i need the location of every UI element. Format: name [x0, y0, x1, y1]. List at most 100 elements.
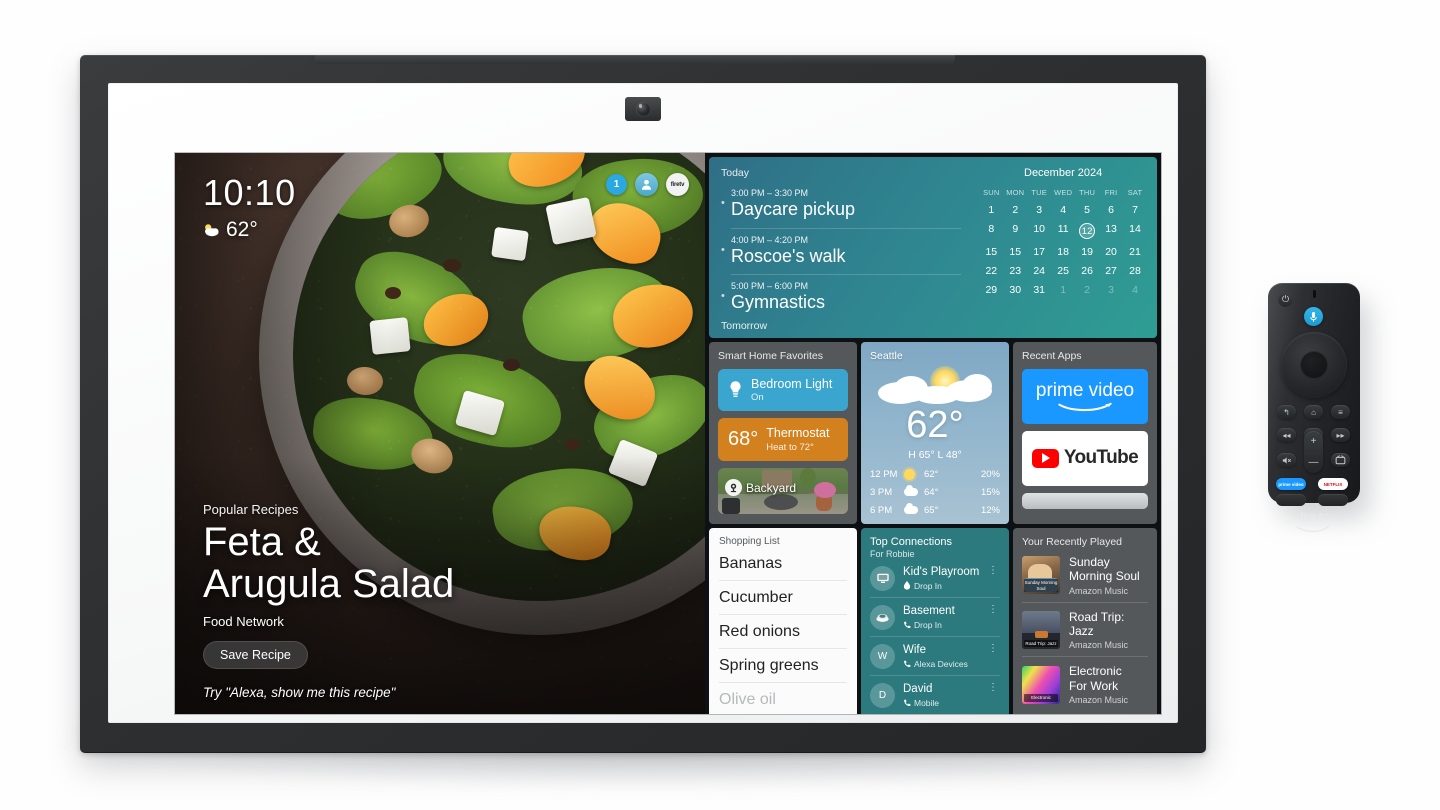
shopping-list-item[interactable]: Olive oil	[719, 683, 847, 714]
app-shortcut-button-3[interactable]	[1276, 494, 1306, 506]
live-tv-icon[interactable]	[1331, 453, 1350, 467]
power-icon[interactable]: ⏻	[1278, 292, 1293, 307]
calendar-day[interactable]: 25	[1051, 265, 1075, 277]
calendar-card[interactable]: Today 3:00 PM – 3:30 PM Daycare pickup 4…	[709, 157, 1157, 338]
recently-played-row[interactable]: Sunday Morning Soul Sunday Morning Soul …	[1022, 548, 1148, 603]
month-calendar[interactable]: December 2024 SUN MON TUE WED THU FRI SAT 1 2 3 4 5…	[973, 157, 1157, 338]
fire-tv-remote[interactable]: ⏻ ↰ ⌂ ≡ ◂◂ ▸ǁ ▸▸ + — prime video NETFLIX	[1268, 283, 1360, 533]
calendar-day[interactable]: 3	[1027, 204, 1051, 216]
app-tile-prime-video[interactable]: prime video	[1022, 368, 1148, 424]
calendar-day[interactable]: 3	[1099, 284, 1123, 296]
shopping-list-item[interactable]: Red onions	[719, 615, 847, 649]
calendar-day[interactable]: 18	[1051, 246, 1075, 258]
shopping-list-card[interactable]: Shopping List Bananas Cucumber Red onion…	[709, 527, 857, 714]
prime-video-label: prime video	[1035, 380, 1135, 402]
agenda-event[interactable]: 4:00 PM – 4:20 PM Roscoe's walk	[721, 235, 961, 268]
select-button[interactable]	[1300, 351, 1328, 379]
album-art: Electronic	[1022, 665, 1060, 704]
calendar-day[interactable]: 17	[1027, 246, 1051, 258]
avatar[interactable]	[635, 173, 658, 196]
calendar-day[interactable]: 4	[1051, 204, 1075, 216]
connection-row[interactable]: W Wife Alexa Devices ⋮	[870, 637, 1000, 676]
smart-home-thermostat-tile[interactable]: 68° Thermostat Heat to 72°	[718, 418, 848, 461]
calendar-day[interactable]: 4	[1123, 284, 1147, 296]
connection-row[interactable]: D David Mobile ⋮	[870, 676, 1000, 714]
screenshot-root: 10:10 62° 1 firetv Popular Recipes Feta …	[0, 0, 1440, 810]
recently-played-row[interactable]: Electronic Electronic For Work Amazon Mu…	[1022, 657, 1148, 711]
calendar-day[interactable]: 20	[1099, 246, 1123, 258]
top-connections-card[interactable]: Top Connections For Robbie Kid's Playroo…	[861, 527, 1009, 714]
app-tile-partial[interactable]	[1022, 492, 1148, 509]
calendar-day[interactable]: 24	[1027, 265, 1051, 277]
smart-home-camera-tile[interactable]: Backyard	[718, 467, 848, 514]
smart-home-light-tile[interactable]: Bedroom Light On	[718, 368, 848, 412]
calendar-day[interactable]: 30	[1003, 284, 1027, 296]
connections-subtitle: For Robbie	[870, 548, 915, 559]
volume-down-button[interactable]: —	[1309, 457, 1319, 468]
calendar-day[interactable]: 23	[1003, 265, 1027, 277]
shopping-list-item[interactable]: Spring greens	[719, 649, 847, 683]
app-tile-youtube[interactable]: YouTube	[1022, 430, 1148, 486]
calendar-day[interactable]: 6	[1099, 204, 1123, 216]
menu-icon[interactable]: ≡	[1331, 405, 1350, 419]
calendar-day[interactable]: 27	[1099, 265, 1123, 277]
prime-video-shortcut-button[interactable]: prime video	[1276, 478, 1306, 490]
calendar-day[interactable]: 29	[979, 284, 1003, 296]
back-icon[interactable]: ↰	[1277, 405, 1296, 419]
fast-forward-icon[interactable]: ▸▸	[1331, 428, 1350, 442]
connection-overflow-menu[interactable]: ⋮	[988, 644, 998, 653]
connection-row[interactable]: Basement Drop In ⋮	[870, 598, 1000, 637]
recipe-category: Popular Recipes	[203, 502, 299, 517]
connection-overflow-menu[interactable]: ⋮	[988, 683, 998, 692]
volume-up-button[interactable]: +	[1311, 436, 1317, 447]
rewind-icon[interactable]: ◂◂	[1277, 428, 1296, 442]
notification-badge-icon[interactable]: 1	[606, 174, 627, 195]
agenda-event[interactable]: 3:00 PM – 3:30 PM Daycare pickup	[721, 188, 961, 221]
calendar-day[interactable]: 5	[1075, 204, 1099, 216]
calendar-day[interactable]: 11	[1051, 223, 1075, 239]
microphone-icon[interactable]	[1304, 307, 1323, 326]
home-icon[interactable]: ⌂	[1304, 405, 1323, 419]
app-shortcut-button-4[interactable]	[1318, 494, 1348, 506]
shopping-list-item[interactable]: Cucumber	[719, 581, 847, 615]
calendar-day[interactable]: 15	[979, 246, 1003, 258]
recently-played-card[interactable]: Your Recently Played Sunday Morning Soul…	[1013, 527, 1157, 714]
calendar-day[interactable]: 15	[1003, 246, 1027, 258]
calendar-grid: SUN MON TUE WED THU FRI SAT 1 2 3 4 5 6 7 8 9 10 11 12 13 14…	[979, 188, 1147, 296]
recently-played-row[interactable]: Road Trip: Jazz Road Trip: Jazz Amazon M…	[1022, 603, 1148, 658]
agenda-event[interactable]: 5:00 PM – 6:00 PM Gymnastics	[721, 281, 961, 314]
calendar-day[interactable]: 2	[1075, 284, 1099, 296]
connection-overflow-menu[interactable]: ⋮	[988, 605, 998, 614]
calendar-day[interactable]: 9	[1003, 223, 1027, 239]
connection-row[interactable]: Kid's Playroom Drop In ⋮	[870, 559, 1000, 598]
youtube-label: YouTube	[1063, 447, 1139, 469]
calendar-day[interactable]: 1	[979, 204, 1003, 216]
shopping-list-item[interactable]: Bananas	[719, 547, 847, 581]
save-recipe-button[interactable]: Save Recipe	[203, 641, 308, 669]
calendar-day[interactable]: 2	[1003, 204, 1027, 216]
firetv-icon[interactable]: firetv	[666, 173, 689, 196]
weather-card[interactable]: Seattle 62° H 65° L 48° 12 PM 62° 20% 3 …	[861, 341, 1009, 524]
smart-home-card[interactable]: Smart Home Favorites Bedroom Light On 68…	[709, 341, 857, 524]
calendar-day[interactable]: 28	[1123, 265, 1147, 277]
calendar-day[interactable]: 13	[1099, 223, 1123, 239]
calendar-day[interactable]: 10	[1027, 223, 1051, 239]
calendar-day[interactable]: 19	[1075, 246, 1099, 258]
calendar-day[interactable]: 8	[979, 223, 1003, 239]
calendar-day[interactable]: 22	[979, 265, 1003, 277]
calendar-day[interactable]: 21	[1123, 246, 1147, 258]
calendar-day-today[interactable]: 12	[1075, 223, 1099, 239]
netflix-shortcut-button[interactable]: NETFLIX	[1318, 478, 1348, 490]
agenda-list: Today 3:00 PM – 3:30 PM Daycare pickup 4…	[709, 157, 973, 338]
mute-icon[interactable]	[1277, 453, 1296, 467]
volume-rocker[interactable]: + —	[1304, 431, 1323, 473]
calendar-day[interactable]: 1	[1051, 284, 1075, 296]
dpad-ring[interactable]	[1281, 332, 1347, 398]
connection-overflow-menu[interactable]: ⋮	[988, 566, 998, 575]
calendar-day[interactable]: 26	[1075, 265, 1099, 277]
recent-apps-card[interactable]: Recent Apps prime video YouTube	[1013, 341, 1157, 524]
recipe-hero-panel[interactable]: 10:10 62° 1 firetv Popular Recipes Feta …	[175, 153, 705, 714]
calendar-day[interactable]: 31	[1027, 284, 1051, 296]
calendar-day[interactable]: 14	[1123, 223, 1147, 239]
calendar-day[interactable]: 7	[1123, 204, 1147, 216]
